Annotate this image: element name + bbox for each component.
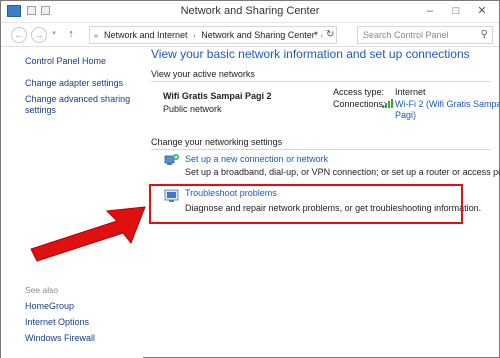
page-title: View your basic network information and … — [151, 47, 470, 61]
maximize-icon[interactable]: □ — [443, 1, 469, 21]
change-settings-heading: Change your networking settings — [151, 137, 283, 147]
recent-locations-chevron-icon[interactable]: ▾ — [49, 27, 59, 43]
up-arrow-icon[interactable]: ↑ — [63, 27, 79, 43]
breadcrumb-network-and-sharing-center[interactable]: Network and Sharing Center — [201, 30, 315, 40]
title-bar: Network and Sharing Center – □ ✕ — [1, 1, 499, 23]
search-input[interactable]: Search Control Panel ⚲ — [357, 26, 493, 44]
highlight-box — [149, 184, 463, 224]
setup-connection-icon[interactable] — [164, 153, 180, 167]
back-arrow-icon[interactable]: ← — [11, 27, 27, 43]
minimize-icon[interactable]: – — [417, 1, 443, 21]
wifi-connection-link-cont[interactable]: Pagi) — [395, 110, 416, 120]
address-root-icon[interactable]: « — [94, 31, 98, 40]
refresh-icon[interactable]: ↻ — [326, 29, 334, 40]
network-category[interactable]: Public network — [163, 104, 222, 114]
setup-connection-link[interactable]: Set up a new connection or network — [185, 154, 328, 164]
search-placeholder: Search Control Panel — [363, 30, 449, 40]
forward-arrow-icon[interactable]: → — [31, 27, 47, 43]
change-advanced-sharing-settings-link[interactable]: Change advanced sharing settings — [25, 94, 135, 116]
divider — [151, 81, 491, 82]
control-panel-home-link[interactable]: Control Panel Home — [25, 56, 106, 67]
wifi-connection-link[interactable]: Wi-Fi 2 (Wifi Gratis Sampai — [395, 99, 500, 109]
change-adapter-settings-link[interactable]: Change adapter settings — [25, 78, 123, 89]
address-toolbar: ← → ▾ ↑ « Network and Internet › Network… — [1, 23, 499, 47]
address-bar[interactable]: « Network and Internet › Network and Sha… — [89, 26, 337, 44]
divider — [151, 149, 491, 150]
network-name: Wifi Gratis Sampai Pagi 2 — [163, 91, 272, 101]
access-type-label: Access type: — [333, 87, 385, 97]
search-icon[interactable]: ⚲ — [481, 27, 488, 43]
network-sharing-center-window: Network and Sharing Center – □ ✕ ← → ▾ ↑… — [0, 0, 500, 358]
access-type-value: Internet — [395, 87, 426, 97]
wifi-signal-icon — [382, 99, 393, 108]
see-also-heading: See also — [25, 285, 59, 295]
internet-options-link[interactable]: Internet Options — [25, 317, 89, 328]
active-networks-heading: View your active networks — [151, 69, 255, 79]
setup-connection-description: Set up a broadband, dial-up, or VPN conn… — [185, 167, 500, 177]
breadcrumb-network-and-internet[interactable]: Network and Internet — [104, 30, 188, 40]
red-pointer-arrow-icon — [30, 206, 146, 262]
homegroup-link[interactable]: HomeGroup — [25, 301, 74, 312]
windows-firewall-link[interactable]: Windows Firewall — [25, 333, 95, 344]
address-dropdown-icon[interactable]: ▾ — [314, 29, 318, 38]
breadcrumb-separator-icon[interactable]: › — [193, 31, 196, 40]
close-icon[interactable]: ✕ — [469, 1, 495, 21]
breadcrumb-separator-icon[interactable]: › — [320, 31, 323, 40]
connections-label: Connections: — [333, 99, 386, 109]
